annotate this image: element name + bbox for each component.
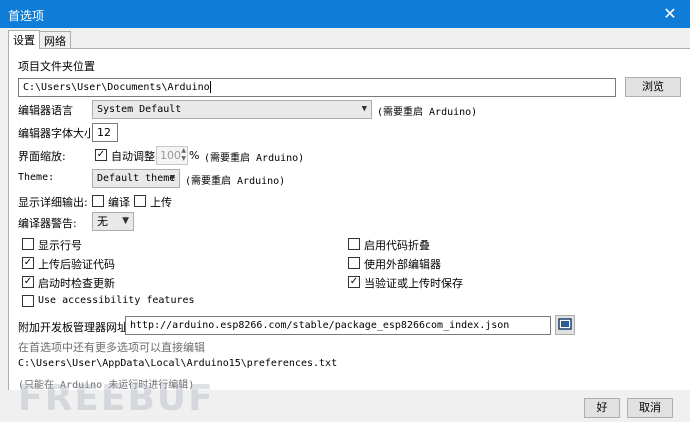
browse-button[interactable]: 浏览 (625, 77, 681, 97)
check-icon: ✓ (96, 149, 106, 160)
verbose-upload-label: 上传 (150, 196, 172, 209)
verbose-compile-label: 编译 (108, 196, 130, 209)
more-prefs-note: 在首选项中还有更多选项可以直接编辑 (18, 341, 205, 354)
title-bar: 首选项 ✕ (0, 0, 690, 28)
prefs-file-path: C:\Users\User\AppData\Local\Arduino15\pr… (18, 358, 338, 369)
auto-scale-label: 自动调整 (111, 150, 155, 163)
boards-url-list-button[interactable] (555, 315, 575, 335)
theme-value: Default theme (97, 173, 176, 184)
close-button[interactable]: ✕ (650, 0, 690, 28)
scale-percent-value: 100 (160, 149, 181, 162)
editor-language-value: System Default (97, 104, 182, 115)
code-folding-checkbox[interactable] (348, 238, 360, 250)
chevron-down-icon: ▼ (169, 173, 175, 183)
theme-label: Theme: (18, 172, 55, 183)
close-icon: ✕ (663, 4, 677, 23)
theme-select[interactable]: Default theme ▼ (92, 169, 180, 188)
external-editor-label: 使用外部编辑器 (364, 258, 441, 271)
settings-panel: 项目文件夹位置 C:\Users\User\Documents\Arduino … (8, 48, 690, 391)
editor-language-label: 编辑器语言 (18, 104, 73, 117)
dialog-client: 设置 网络 项目文件夹位置 C:\Users\User\Documents\Ar… (0, 28, 690, 422)
check-icon: ✓ (23, 276, 33, 287)
editor-language-note: (需要重启 Arduino) (377, 107, 478, 118)
verbose-label: 显示详细输出: (18, 196, 88, 209)
save-on-verify-label: 当验证或上传时保存 (364, 277, 463, 290)
auto-scale-checkbox[interactable]: ✓ (95, 149, 107, 161)
save-on-verify-checkbox[interactable]: ✓ (348, 276, 360, 288)
accessibility-label: Use accessibility features (38, 295, 195, 306)
chevron-down-icon: ▼ (361, 104, 367, 114)
ok-button[interactable]: 好 (584, 398, 620, 418)
warnings-value: 无 (97, 215, 108, 228)
boards-url-input[interactable]: http://arduino.esp8266.com/stable/packag… (125, 316, 551, 335)
external-editor-checkbox[interactable] (348, 257, 360, 269)
scale-percent-unit: % (189, 149, 200, 162)
sketchbook-label: 项目文件夹位置 (18, 60, 95, 73)
verify-after-upload-checkbox[interactable]: ✓ (22, 257, 34, 269)
check-icon: ✓ (23, 257, 33, 268)
list-window-icon (558, 318, 572, 330)
scaling-label: 界面缩放: (18, 150, 66, 163)
verbose-compile-checkbox[interactable] (92, 195, 104, 207)
scaling-note: (需要重启 Arduino) (204, 153, 305, 164)
tab-network[interactable]: 网络 (39, 31, 71, 48)
check-updates-checkbox[interactable]: ✓ (22, 276, 34, 288)
warnings-label: 编译器警告: (18, 217, 77, 230)
accessibility-checkbox[interactable] (22, 295, 34, 307)
warnings-select[interactable]: 无 ▼ (92, 212, 134, 231)
verbose-upload-checkbox[interactable] (134, 195, 146, 207)
chevron-down-icon: ▼ (122, 216, 129, 226)
freebuf-watermark: FREEBUF (18, 378, 215, 419)
window-title: 首选项 (8, 9, 45, 23)
spinner-arrows-icon: ▲ ▼ (181, 147, 186, 162)
check-icon: ✓ (349, 276, 359, 287)
scale-percent-spinner[interactable]: 100 ▲ ▼ (156, 146, 188, 165)
show-line-numbers-label: 显示行号 (38, 239, 82, 252)
tab-settings[interactable]: 设置 (8, 30, 40, 49)
sketchbook-path-value: C:\Users\User\Documents\Arduino (23, 82, 210, 93)
check-updates-label: 启动时检查更新 (38, 277, 115, 290)
code-folding-label: 启用代码折叠 (364, 239, 430, 252)
boards-url-label: 附加开发板管理器网址: (18, 321, 132, 334)
theme-note: (需要重启 Arduino) (185, 176, 286, 187)
verify-after-upload-label: 上传后验证代码 (38, 258, 115, 271)
font-size-input[interactable]: 12 (92, 123, 118, 142)
font-size-label: 编辑器字体大小 (18, 127, 95, 140)
editor-language-select[interactable]: System Default ▼ (92, 100, 372, 119)
sketchbook-path-input[interactable]: C:\Users\User\Documents\Arduino (18, 78, 616, 97)
cancel-button[interactable]: 取消 (627, 398, 673, 418)
show-line-numbers-checkbox[interactable] (22, 238, 34, 250)
